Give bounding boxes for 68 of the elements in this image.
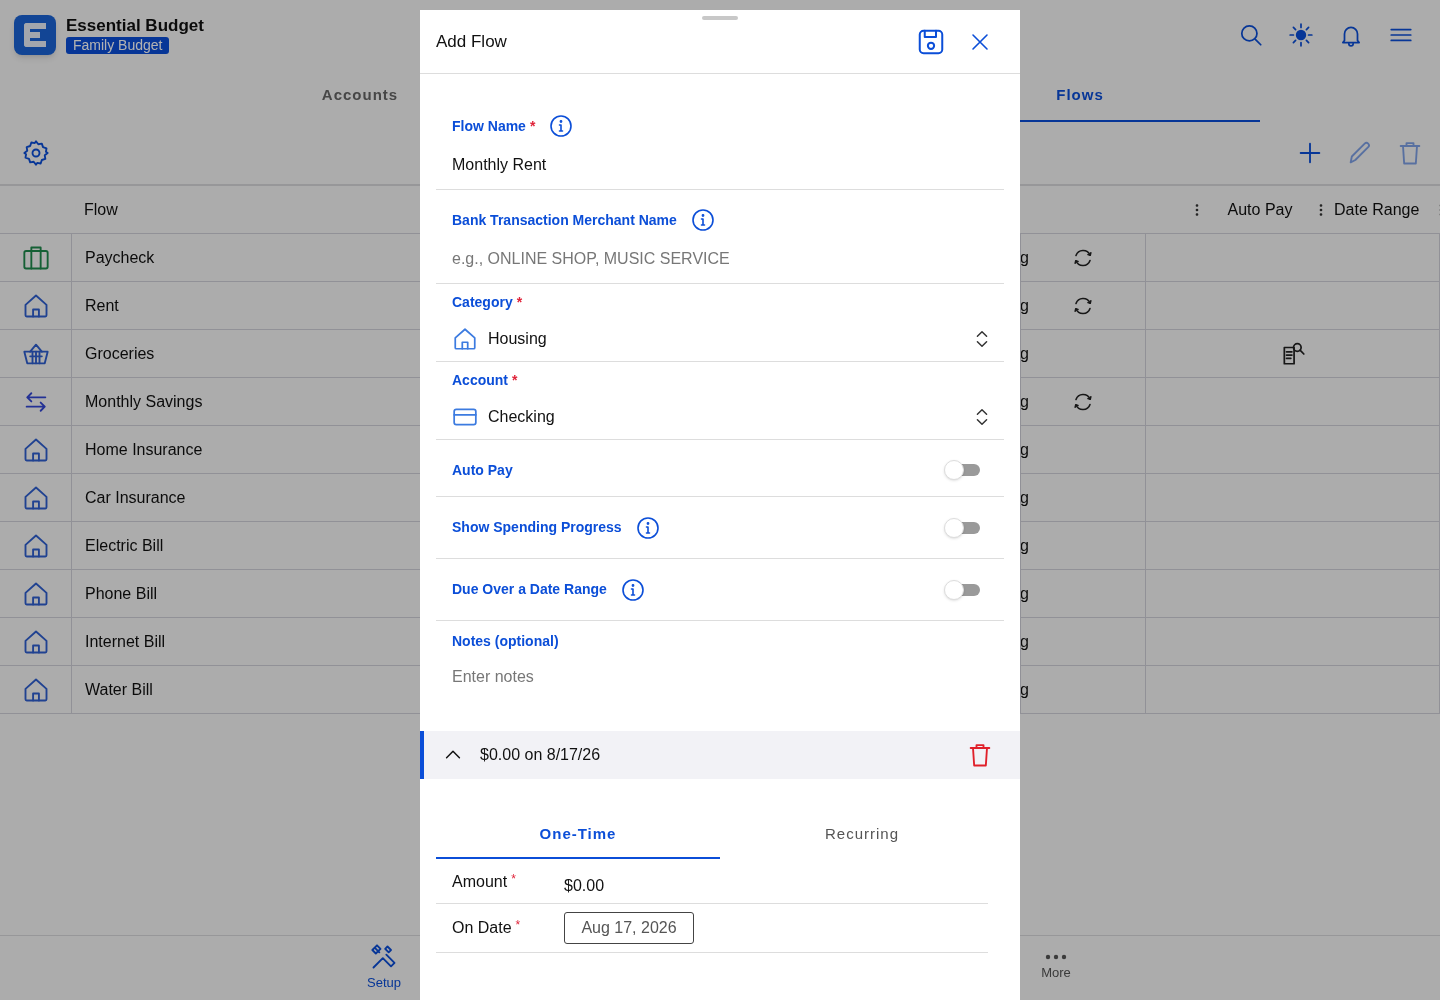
toggle-switch[interactable] [944,579,980,600]
tab[interactable]: Recurring [720,811,1004,859]
field-label: Account * [452,371,518,390]
info-icon [620,577,645,602]
select-field[interactable]: Checking [452,403,988,431]
tab[interactable]: Accounts [321,83,399,107]
table-cell-text: g [1020,343,1029,364]
table-cell-text: g [1020,487,1029,508]
table-cell-text: g [1020,439,1029,460]
field-label: On Date * [451,917,522,938]
table-cell-text: g [1020,247,1029,268]
table-cell-text: g [1020,631,1029,652]
table-cell-text: Groceries [85,343,155,364]
more-icon [1044,953,1068,962]
column-header[interactable]: Flow [84,197,118,222]
field-label: Flow Name * [452,116,536,136]
table-cell-text: Internet Bill [85,631,166,652]
table-cell-text: g [1020,535,1029,556]
tab[interactable]: Flows [1056,83,1104,107]
table-cell-text: g [1020,295,1029,316]
tab[interactable]: One-Time [436,811,720,859]
budget-badge: Family Budget [66,37,170,54]
select-field[interactable]: Housing [452,325,988,353]
house-icon [452,326,478,352]
settings-button[interactable] [22,139,50,167]
settings-icon [22,139,50,167]
table-cell-text: Water Bill [85,679,153,700]
drag-handle[interactable] [702,16,738,20]
notes-field[interactable]: Enter notes [436,664,1004,690]
amount-field[interactable]: $0.00 [564,874,605,898]
info-icon [690,208,715,232]
table-cell-text: Rent [85,295,119,316]
nav-item[interactable]: More [1016,936,1096,1000]
toggle-switch[interactable] [944,517,980,538]
occurrence-summary: $0.00 on 8/17/26 [480,745,601,765]
table-cell-text: Car Insurance [85,487,186,508]
table-cell-text: Monthly Savings [85,391,203,412]
info-button[interactable] [620,577,645,602]
table-cell-text: Phone Bill [85,583,158,604]
date-field[interactable]: Aug 17, 2026 [564,912,694,944]
dialog-title: Add Flow [436,30,507,53]
toggle-switch[interactable] [944,460,980,480]
table-cell-text: Paycheck [85,247,155,268]
table-cell-text: g [1020,583,1029,604]
table-cell-text: Electric Bill [85,535,164,556]
search-icon[interactable] [1238,22,1264,48]
column-header[interactable]: Auto Pay [1210,197,1310,222]
table-cell-text: g [1020,679,1029,700]
field-label: Bank Transaction Merchant Name [452,210,677,230]
sun-icon[interactable] [1288,22,1314,48]
field-label: Notes (optional) [452,632,559,651]
info-button[interactable] [690,208,715,232]
field-label: Category * [452,293,523,312]
field-label: Due Over a Date Range [452,580,607,599]
occurrence-header[interactable]: $0.00 on 8/17/26 [420,731,1020,779]
table-cell-text: Home Insurance [85,439,203,460]
field-label: Amount * [451,871,517,892]
text-field[interactable]: Monthly Rent [436,152,1004,178]
nav-item[interactable]: Setup [344,936,424,1000]
info-button[interactable] [635,515,660,540]
table-cell-text: g [1020,391,1029,412]
app-title: Essential Budget [66,16,204,36]
column-header[interactable]: Date Range [1334,197,1434,222]
text-field[interactable]: e.g., ONLINE SHOP, MUSIC SERVICE [436,246,1004,272]
app-logo [14,15,56,55]
info-icon [549,114,574,138]
info-button[interactable] [549,114,574,138]
info-icon [635,515,660,540]
